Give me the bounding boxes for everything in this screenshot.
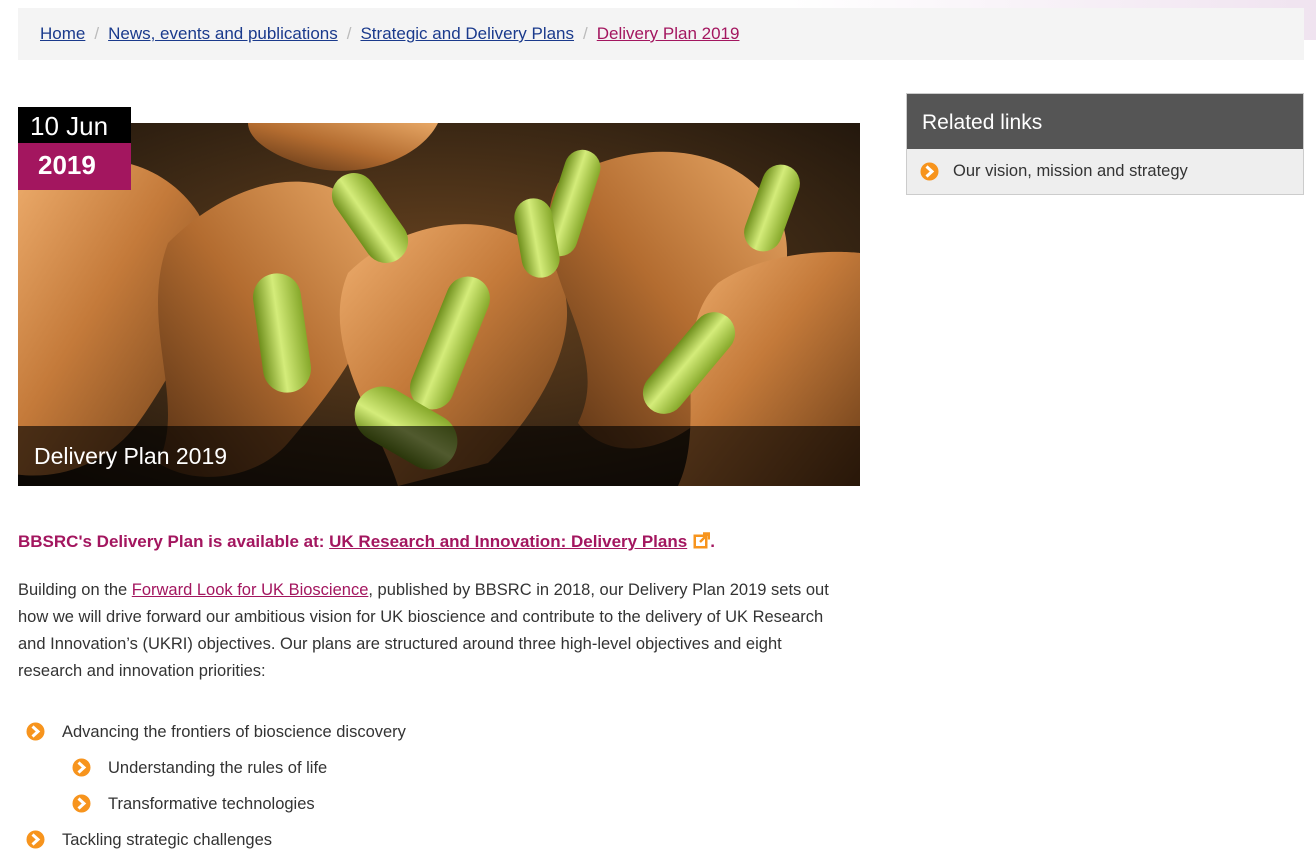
list-item: Advancing the frontiers of bioscience di…: [18, 719, 406, 755]
breadcrumb-separator: /: [583, 24, 588, 43]
breadcrumb-current-link[interactable]: Delivery Plan 2019: [597, 24, 740, 44]
related-link-item[interactable]: Our vision, mission and strategy: [907, 149, 1303, 194]
breadcrumb-separator: /: [94, 24, 100, 43]
orange-circle-arrow-icon: [920, 162, 939, 181]
delivery-plans-link[interactable]: UK Research and Innovation: Delivery Pla…: [329, 532, 687, 551]
breadcrumb: Home / News, events and publications / S…: [18, 8, 1304, 60]
external-link-icon: [693, 532, 711, 549]
forward-look-link[interactable]: Forward Look for UK Bioscience: [132, 581, 369, 599]
related-links-heading: Related links: [907, 94, 1303, 149]
breadcrumb-separator: /: [346, 24, 352, 43]
lead-suffix: .: [710, 532, 715, 551]
orange-circle-arrow-icon: [72, 758, 91, 777]
breadcrumb-news-link[interactable]: News, events and publications: [108, 24, 338, 44]
related-links-panel: Related links Our vision, mission and st…: [906, 93, 1304, 195]
lead-paragraph: BBSRC's Delivery Plan is available at: U…: [18, 532, 715, 552]
orange-circle-arrow-icon: [26, 830, 45, 849]
body-paragraph: Building on the Forward Look for UK Bios…: [18, 577, 838, 685]
body-text-start: Building on the: [18, 581, 128, 599]
breadcrumb-plans-link[interactable]: Strategic and Delivery Plans: [360, 24, 574, 44]
date-day-badge: 10 Jun: [18, 107, 131, 143]
orange-circle-arrow-icon: [72, 794, 91, 813]
list-item: Transformative technologies: [18, 791, 406, 827]
breadcrumb-home-link[interactable]: Home: [40, 24, 85, 44]
list-item-label: Tackling strategic challenges: [62, 831, 273, 849]
objectives-list: Advancing the frontiers of bioscience di…: [18, 719, 406, 863]
list-item-label: Advancing the frontiers of bioscience di…: [62, 723, 406, 741]
hero-caption: Delivery Plan 2019: [18, 426, 860, 486]
lead-prefix: BBSRC's Delivery Plan is available at:: [18, 532, 325, 551]
list-item: Understanding the rules of life: [18, 755, 406, 791]
list-item-label: Understanding the rules of life: [108, 759, 328, 777]
hero-image: Delivery Plan 2019: [18, 123, 860, 486]
orange-circle-arrow-icon: [26, 722, 45, 741]
related-link-label: Our vision, mission and strategy: [953, 162, 1188, 180]
list-item-label: Transformative technologies: [108, 795, 315, 813]
list-item: Tackling strategic challenges: [18, 827, 406, 863]
date-year-badge: 2019: [18, 143, 131, 190]
